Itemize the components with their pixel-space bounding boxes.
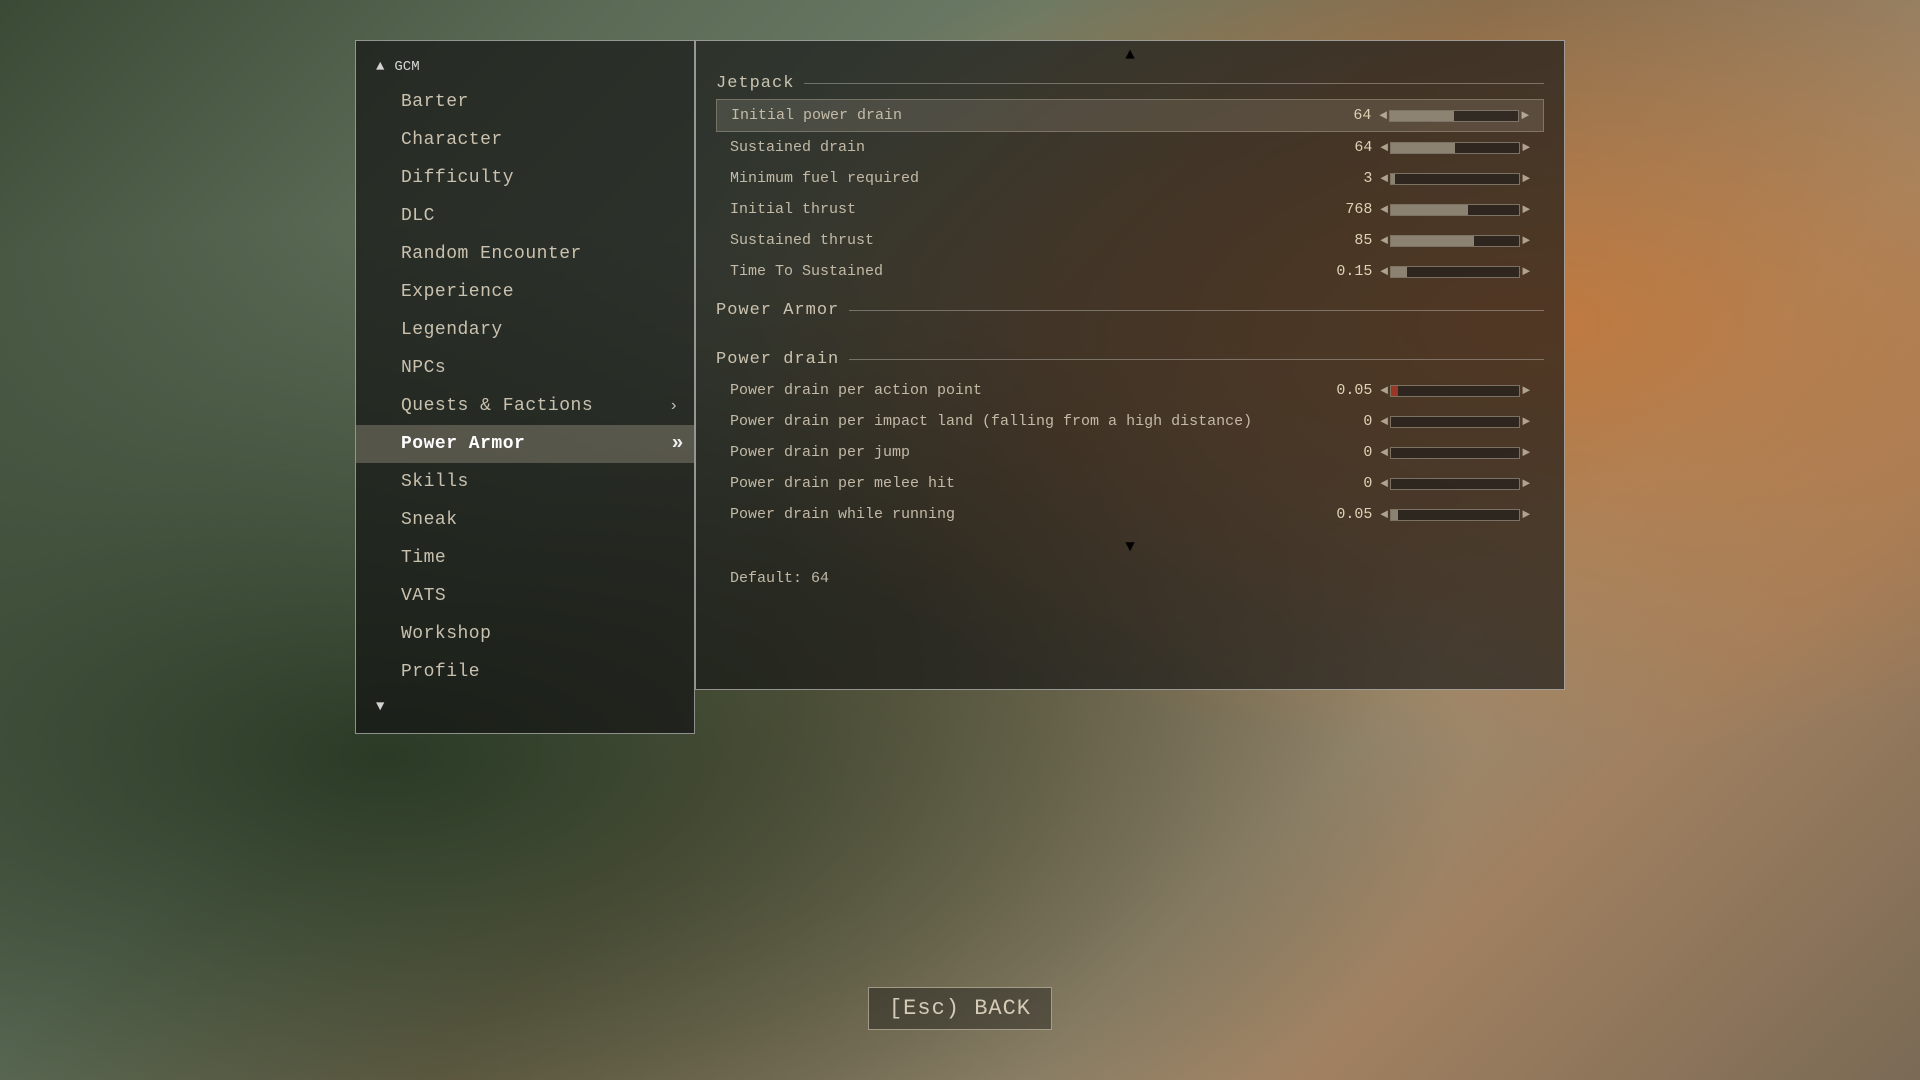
slider-track [1390, 509, 1520, 521]
setting-row-initial-power-drain[interactable]: Initial power drain 64 ◄ ► [716, 99, 1544, 132]
slider-right-icon: ► [1522, 202, 1530, 217]
slider-sustained-drain[interactable]: ◄ ► [1380, 140, 1530, 155]
up-chevron-icon: ▲ [376, 59, 384, 75]
slider-power-drain-jump[interactable]: ◄ ► [1380, 445, 1530, 460]
slider-track [1390, 235, 1520, 247]
setting-row-time-to-sustained[interactable]: Time To Sustained 0.15 ◄ ► [716, 256, 1544, 287]
slider-initial-power-drain[interactable]: ◄ ► [1379, 108, 1529, 123]
right-scroll-down[interactable]: ▼ [716, 538, 1544, 556]
slider-track [1390, 478, 1520, 490]
slider-fill [1390, 111, 1454, 121]
slider-power-drain-impact[interactable]: ◄ ► [1380, 414, 1530, 429]
slider-fill [1391, 510, 1397, 520]
setting-row-power-drain-melee[interactable]: Power drain per melee hit 0 ◄ ► [716, 468, 1544, 499]
slider-right-icon: ► [1522, 171, 1530, 186]
sidebar-item-random-encounter[interactable]: Random Encounter [356, 235, 694, 273]
arrow-right-icon: › [669, 397, 679, 415]
slider-track [1390, 447, 1520, 459]
slider-track [1390, 385, 1520, 397]
slider-right-icon: ► [1522, 140, 1530, 155]
sidebar-item-experience[interactable]: Experience [356, 273, 694, 311]
slider-left-icon: ◄ [1380, 264, 1388, 279]
sidebar-item-barter[interactable]: Barter [356, 83, 694, 121]
slider-fill [1391, 174, 1395, 184]
sidebar-item-sneak[interactable]: Sneak [356, 501, 694, 539]
slider-initial-thrust[interactable]: ◄ ► [1380, 202, 1530, 217]
slider-right-icon: ► [1522, 445, 1530, 460]
sidebar-item-quests-factions[interactable]: Quests & Factions › [356, 387, 694, 425]
slider-left-icon: ◄ [1380, 383, 1388, 398]
sidebar-item-skills[interactable]: Skills [356, 463, 694, 501]
slider-sustained-thrust[interactable]: ◄ ► [1380, 233, 1530, 248]
setting-row-power-drain-action-point[interactable]: Power drain per action point 0.05 ◄ ► [716, 375, 1544, 406]
slider-min-fuel[interactable]: ◄ ► [1380, 171, 1530, 186]
slider-fill [1391, 205, 1468, 215]
slider-right-icon: ► [1522, 507, 1530, 522]
slider-track [1390, 416, 1520, 428]
setting-row-power-drain-impact[interactable]: Power drain per impact land (falling fro… [716, 406, 1544, 437]
power-drain-section-header: Power drain [716, 342, 1544, 375]
down-chevron-icon: ▼ [376, 699, 384, 715]
setting-row-initial-thrust[interactable]: Initial thrust 768 ◄ ► [716, 194, 1544, 225]
setting-row-power-drain-jump[interactable]: Power drain per jump 0 ◄ ► [716, 437, 1544, 468]
slider-power-drain-running[interactable]: ◄ ► [1380, 507, 1530, 522]
slider-left-icon: ◄ [1380, 233, 1388, 248]
scroll-up-arrow[interactable]: ▲ GCM [356, 51, 694, 83]
setting-row-power-drain-running[interactable]: Power drain while running 0.05 ◄ ► [716, 499, 1544, 530]
slider-right-icon: ► [1521, 108, 1529, 123]
sidebar-item-dlc[interactable]: DLC [356, 197, 694, 235]
slider-track [1390, 142, 1520, 154]
slider-left-icon: ◄ [1380, 476, 1388, 491]
scroll-down-arrow[interactable]: ▼ [356, 691, 694, 723]
slider-left-icon: ◄ [1380, 140, 1388, 155]
right-down-icon: ▼ [1125, 538, 1135, 556]
slider-left-icon: ◄ [1380, 414, 1388, 429]
slider-right-icon: ► [1522, 476, 1530, 491]
setting-row-min-fuel[interactable]: Minimum fuel required 3 ◄ ► [716, 163, 1544, 194]
sidebar-item-vats[interactable]: VATS [356, 577, 694, 615]
setting-row-sustained-thrust[interactable]: Sustained thrust 85 ◄ ► [716, 225, 1544, 256]
slider-right-icon: ► [1522, 233, 1530, 248]
gcm-label: GCM [394, 59, 419, 75]
jetpack-section-header: Jetpack [716, 66, 1544, 99]
sidebar-item-power-armor[interactable]: Power Armor [356, 425, 694, 463]
slider-fill [1391, 236, 1474, 246]
slider-left-icon: ◄ [1380, 202, 1388, 217]
default-value-text: Default: 64 [716, 556, 1544, 591]
sidebar-item-workshop[interactable]: Workshop [356, 615, 694, 653]
slider-right-icon: ► [1522, 264, 1530, 279]
left-menu-panel: ▲ GCM Barter Character Difficulty DLC Ra… [355, 40, 695, 734]
slider-right-icon: ► [1522, 383, 1530, 398]
slider-power-drain-ap[interactable]: ◄ ► [1380, 383, 1530, 398]
slider-left-icon: ◄ [1380, 171, 1388, 186]
sidebar-item-character[interactable]: Character [356, 121, 694, 159]
slider-track [1390, 173, 1520, 185]
right-up-icon: ▲ [1125, 46, 1135, 64]
slider-track [1390, 204, 1520, 216]
slider-right-icon: ► [1522, 414, 1530, 429]
right-scroll-up[interactable]: ▲ [1125, 46, 1135, 64]
setting-row-sustained-drain[interactable]: Sustained drain 64 ◄ ► [716, 132, 1544, 163]
slider-left-icon: ◄ [1379, 108, 1387, 123]
slider-left-icon: ◄ [1380, 507, 1388, 522]
sidebar-item-profile[interactable]: Profile [356, 653, 694, 691]
power-armor-section-header: Power Armor [716, 293, 1544, 326]
slider-track [1389, 110, 1519, 122]
slider-power-drain-melee[interactable]: ◄ ► [1380, 476, 1530, 491]
slider-fill [1391, 386, 1397, 396]
slider-fill [1391, 143, 1455, 153]
slider-fill [1391, 267, 1406, 277]
slider-left-icon: ◄ [1380, 445, 1388, 460]
slider-time-to-sustained[interactable]: ◄ ► [1380, 264, 1530, 279]
sidebar-item-time[interactable]: Time [356, 539, 694, 577]
sidebar-item-legendary[interactable]: Legendary [356, 311, 694, 349]
sidebar-item-difficulty[interactable]: Difficulty [356, 159, 694, 197]
slider-track [1390, 266, 1520, 278]
sidebar-item-npcs[interactable]: NPCs [356, 349, 694, 387]
right-settings-panel: ▲ Jetpack Initial power drain 64 ◄ ► [695, 40, 1565, 690]
